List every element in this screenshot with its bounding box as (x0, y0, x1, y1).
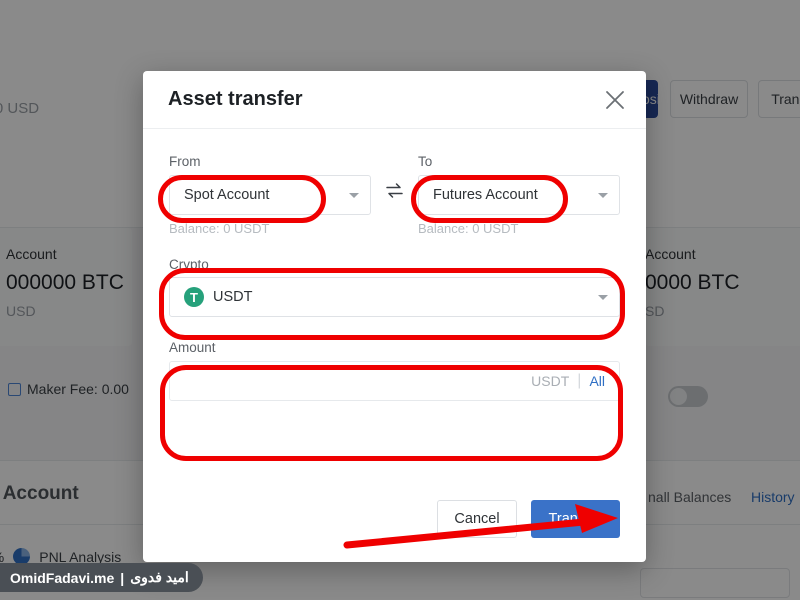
crypto-select[interactable]: T USDT (169, 277, 620, 317)
screenshot-root: 0.00 USD Deposit Withdraw Transfer Accou… (0, 0, 800, 600)
dialog-footer: Cancel Transfer (143, 476, 646, 562)
transfer-button[interactable]: Transfer (530, 500, 620, 538)
from-account-select[interactable]: Spot Account (169, 174, 371, 215)
from-account-value: Spot Account (184, 186, 270, 203)
usdt-coin-icon: T (184, 287, 204, 307)
to-field-group: To Futures Account Balance: 0 USDT (418, 155, 620, 235)
crypto-label: Crypto (169, 256, 209, 272)
from-balance-note: Balance: 0 USDT (169, 220, 270, 236)
from-label: From (169, 154, 201, 169)
chevron-down-icon (598, 192, 608, 198)
from-field-group: From Spot Account Balance: 0 USDT (169, 155, 371, 235)
watermark-text-en: OmidFadavi.me (10, 569, 115, 586)
crypto-value: USDT (213, 289, 253, 305)
cancel-button[interactable]: Cancel (437, 500, 517, 538)
to-label: To (418, 154, 433, 169)
to-account-value: Futures Account (433, 186, 538, 203)
dialog-body: From Spot Account Balance: 0 USDT To Fut… (143, 129, 646, 401)
watermark: امید فدوی | OmidFadavi.me (0, 563, 203, 592)
from-to-row: From Spot Account Balance: 0 USDT To Fut… (169, 155, 620, 235)
amount-field-group: Amount USDT | All (169, 341, 620, 401)
chevron-down-icon (349, 192, 359, 198)
swap-direction-icon[interactable] (371, 155, 418, 199)
amount-unit-label: USDT (531, 372, 570, 389)
watermark-text-fa: امید فدوی (130, 569, 189, 585)
watermark-separator: | (120, 569, 125, 586)
amount-all-button[interactable]: All (589, 373, 605, 389)
amount-separator: | (577, 371, 582, 389)
asset-transfer-dialog: Asset transfer From Spot Account Balance… (143, 71, 646, 562)
close-icon[interactable] (602, 87, 628, 113)
to-account-select[interactable]: Futures Account (418, 174, 620, 215)
to-balance-note: Balance: 0 USDT (418, 220, 519, 236)
chevron-down-icon (598, 295, 608, 300)
dialog-header: Asset transfer (143, 71, 646, 129)
dialog-title: Asset transfer (168, 88, 303, 110)
amount-input-wrapper: USDT | All (169, 360, 620, 401)
crypto-field-group: Crypto T USDT (169, 256, 620, 317)
amount-label: Amount (169, 340, 216, 355)
